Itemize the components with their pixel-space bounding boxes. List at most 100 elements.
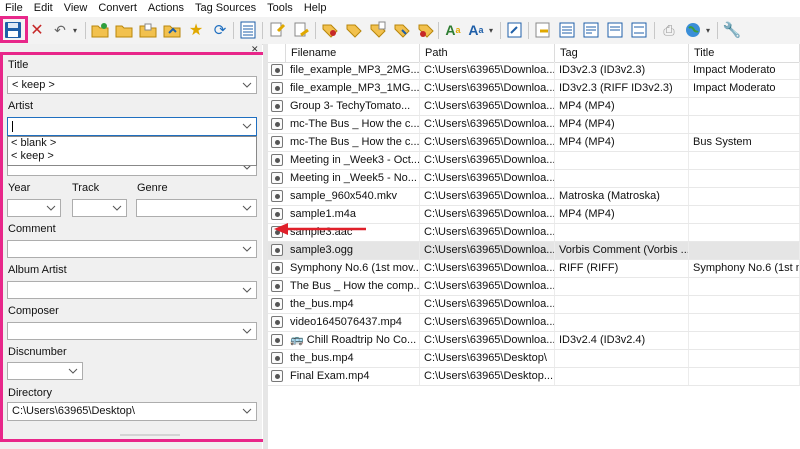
export-tag-icon[interactable]: [392, 20, 412, 40]
toolbar-separator: [233, 22, 234, 39]
audio-file-icon: [271, 370, 283, 382]
table-row[interactable]: file_example_MP3_2MG... C:\Users\63965\Do…: [268, 62, 800, 80]
table-row[interactable]: the_bus.mp4 C:\Users\63965\Desktop\: [268, 350, 800, 368]
table-row[interactable]: file_example_MP3_1MG... C:\Users\63965\Do…: [268, 80, 800, 98]
table-row[interactable]: Group 3- TechyTomato... C:\Users\63965\Do…: [268, 98, 800, 116]
cell-tag: [555, 368, 689, 385]
table-row[interactable]: sample_960x540.mkv C:\Users\63965\Downloa…: [268, 188, 800, 206]
table-row[interactable]: The Bus _ How the comp... C:\Users\63965\…: [268, 278, 800, 296]
table-row[interactable]: video1645076437.mp4 C:\Users\63965\Downlo…: [268, 314, 800, 332]
table-row[interactable]: Meeting in _Week5 - No... C:\Users\63965\…: [268, 170, 800, 188]
menu-edit[interactable]: Edit: [29, 0, 59, 17]
cell-tag: [555, 314, 689, 331]
playlist-folder-icon[interactable]: [162, 20, 182, 40]
open-directory-icon[interactable]: [90, 20, 110, 40]
audio-file-icon: [271, 136, 283, 148]
column-header-title[interactable]: Title: [689, 44, 800, 62]
menu-convert[interactable]: Convert: [93, 0, 143, 17]
format-value-icon[interactable]: Aa: [443, 20, 463, 40]
cell-tag: [555, 296, 689, 313]
file-list: Filename Path Tag Title file_example_MP3…: [268, 44, 800, 449]
tag-tag-icon[interactable]: [320, 20, 340, 40]
discogs-icon[interactable]: [557, 20, 577, 40]
refresh-icon[interactable]: ⟳: [210, 20, 230, 40]
menu-view[interactable]: View: [59, 0, 94, 17]
case-conversion-icon[interactable]: Aa: [466, 20, 486, 40]
table-row[interactable]: mc-The Bus _ How the c... C:\Users\63965\…: [268, 134, 800, 152]
column-header-path[interactable]: Path: [420, 44, 555, 62]
favorite-star-icon[interactable]: ★: [186, 20, 206, 40]
playlist-icon[interactable]: [416, 20, 436, 40]
tag-filename-icon[interactable]: [268, 20, 288, 40]
cell-title: Symphony No.6 (1st m: [689, 260, 800, 277]
table-row[interactable]: Symphony No.6 (1st mov... C:\Users\63965\…: [268, 260, 800, 278]
cell-tag: [555, 278, 689, 295]
toolbar-separator: [262, 22, 263, 39]
disabled-tool-icon[interactable]: ⎙: [659, 20, 679, 40]
web-dropdown-icon[interactable]: ▾: [703, 20, 713, 40]
menu-help[interactable]: Help: [299, 0, 333, 17]
close-icon[interactable]: ✕: [251, 44, 261, 54]
cell-path: C:\Users\63965\Desktop...: [420, 368, 555, 385]
cell-filename: Symphony No.6 (1st mov...: [286, 260, 420, 277]
cell-path: C:\Users\63965\Downloa...: [420, 170, 555, 187]
text-file-tag-icon[interactable]: [344, 20, 364, 40]
menu-actions[interactable]: Actions: [143, 0, 190, 17]
cell-title: [689, 152, 800, 169]
cell-path: C:\Users\63965\Downloa...: [420, 296, 555, 313]
case-dropdown-icon[interactable]: ▾: [486, 20, 496, 40]
menu-file[interactable]: File: [0, 0, 29, 17]
icon-column-header[interactable]: [268, 44, 286, 62]
filename-tag-icon[interactable]: [292, 20, 312, 40]
wrench-icon[interactable]: 🔧: [722, 20, 742, 40]
refresh-directory-icon[interactable]: [138, 20, 158, 40]
menu-tag-sources[interactable]: Tag Sources: [190, 0, 262, 17]
tag-sources-icon[interactable]: [533, 20, 553, 40]
globe-icon[interactable]: [683, 20, 703, 40]
list-view-icon[interactable]: [238, 20, 258, 40]
save-highlight-box: [0, 16, 28, 43]
undo-icon[interactable]: ↶: [50, 20, 70, 40]
edit-icon[interactable]: [505, 20, 525, 40]
cell-path: C:\Users\63965\Downloa...: [420, 206, 555, 223]
cell-filename: sample_960x540.mkv: [286, 188, 420, 205]
cell-tag: MP4 (MP4): [555, 116, 689, 133]
remove-tag-icon[interactable]: ✕: [27, 20, 47, 40]
table-row[interactable]: the_bus.mp4 C:\Users\63965\Downloa...: [268, 296, 800, 314]
cell-tag: ID3v2.3 (ID3v2.3): [555, 62, 689, 79]
audio-file-icon: [271, 316, 283, 328]
tag-text-file-icon[interactable]: [368, 20, 388, 40]
tag-panel-highlight-box: [0, 52, 266, 442]
table-row[interactable]: mc-The Bus _ How the c... C:\Users\63965\…: [268, 116, 800, 134]
table-row[interactable]: Meeting in _Week3 - Oct... C:\Users\63965…: [268, 152, 800, 170]
audio-file-icon: [271, 100, 283, 112]
table-row[interactable]: sample3.ogg C:\Users\63965\Downloa... Vorb…: [268, 242, 800, 260]
cell-path: C:\Users\63965\Downloa...: [420, 242, 555, 259]
cell-tag: [555, 350, 689, 367]
toolbar-separator: [315, 22, 316, 39]
cell-tag: [555, 224, 689, 241]
toolbar-separator: [438, 22, 439, 39]
cell-tag: MP4 (MP4): [555, 134, 689, 151]
musicbrainz-icon[interactable]: [581, 20, 601, 40]
column-header-filename[interactable]: Filename: [286, 44, 420, 62]
cell-path: C:\Users\63965\Downloa...: [420, 62, 555, 79]
freedb-icon[interactable]: [605, 20, 625, 40]
toolbar: ✕ ↶ ▾ ★ ⟳ Aa Aa ▾ ⎙ ▾ 🔧: [0, 17, 800, 45]
undo-dropdown-icon[interactable]: ▾: [70, 20, 80, 40]
table-row[interactable]: Final Exam.mp4 C:\Users\63965\Desktop...: [268, 368, 800, 386]
cell-title: [689, 296, 800, 313]
cell-path: C:\Users\63965\Downloa...: [420, 332, 555, 349]
table-row[interactable]: 🚌 Chill Roadtrip No Co... C:\Users\63965\…: [268, 332, 800, 350]
audio-file-icon: [271, 154, 283, 166]
cell-tag: Vorbis Comment (Vorbis ...: [555, 242, 689, 259]
amazon-icon[interactable]: [629, 20, 649, 40]
audio-file-icon: [271, 118, 283, 130]
cell-tag: [555, 152, 689, 169]
change-directory-icon[interactable]: [114, 20, 134, 40]
audio-file-icon: [271, 298, 283, 310]
column-header-tag[interactable]: Tag: [555, 44, 689, 62]
menu-tools[interactable]: Tools: [262, 0, 299, 17]
toolbar-separator: [500, 22, 501, 39]
cell-title: [689, 98, 800, 115]
